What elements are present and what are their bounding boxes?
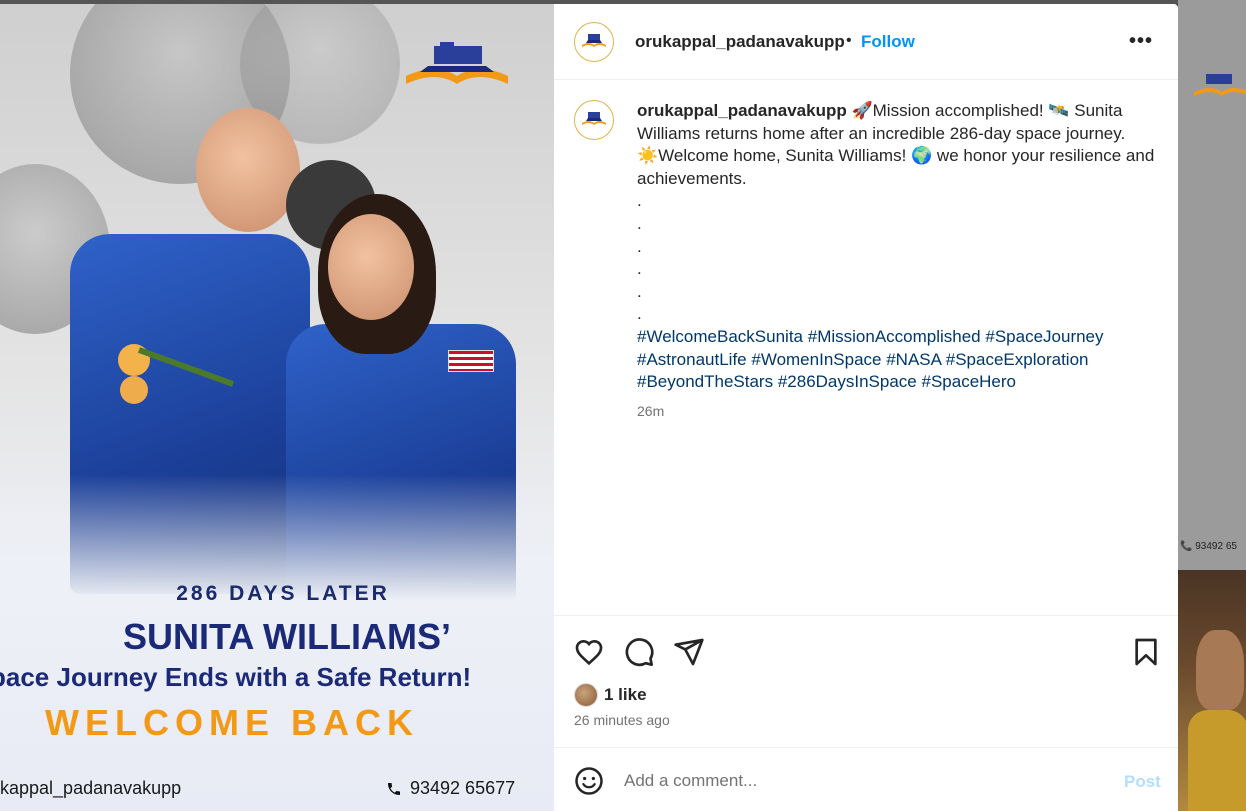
caption-dot: . xyxy=(637,213,642,233)
phone-icon xyxy=(388,782,400,795)
hashtag[interactable]: #WomenInSpace xyxy=(751,350,881,369)
image-headline-subtitle: pace Journey Ends with a Safe Return! xyxy=(0,662,472,692)
background-phone-text: 📞 93492 65 xyxy=(1180,541,1237,552)
flower-2 xyxy=(120,376,148,404)
hashtag-list: #WelcomeBackSunita #MissionAccomplished … xyxy=(637,326,1157,394)
comment-bar: Post xyxy=(554,747,1178,811)
caption-dot: . xyxy=(637,304,642,324)
post-header: orukappal_padanavakupp • Follow ••• xyxy=(554,4,1178,80)
like-heart-icon[interactable] xyxy=(573,636,605,668)
image-phone-number: 93492 65677 xyxy=(410,778,516,798)
caption-dot: . xyxy=(637,191,642,211)
post-modal: 286 DAYS LATER SUNITA WILLIAMS’ pace Jou… xyxy=(0,4,1178,811)
like-count[interactable]: 1 like xyxy=(604,685,647,705)
header-username[interactable]: orukappal_padanavakupp xyxy=(635,32,845,52)
comment-input[interactable] xyxy=(624,766,1104,796)
background-photo xyxy=(1178,570,1246,811)
ship-book-logo-icon xyxy=(1192,70,1246,111)
hashtag[interactable]: #SpaceJourney xyxy=(985,327,1103,346)
post-caption: orukappal_padanavakupp 🚀Mission accompli… xyxy=(637,100,1157,394)
follow-button[interactable]: Follow xyxy=(861,32,915,52)
image-handle-text: kappal_padanavakupp xyxy=(0,778,182,798)
image-headline-name: SUNITA WILLIAMS’ xyxy=(123,616,451,657)
caption-username[interactable]: orukappal_padanavakupp xyxy=(637,101,847,120)
post-details: orukappal_padanavakupp • Follow ••• oruk… xyxy=(554,4,1178,811)
post-image[interactable]: 286 DAYS LATER SUNITA WILLIAMS’ pace Jou… xyxy=(0,4,554,811)
caption-avatar[interactable] xyxy=(574,100,614,140)
image-headline-days: 286 DAYS LATER xyxy=(176,582,390,605)
caption-dot: . xyxy=(637,281,642,301)
share-send-icon[interactable] xyxy=(673,636,705,668)
caption-dot: . xyxy=(637,236,642,256)
caption-dot: . xyxy=(637,259,642,279)
liker-avatar[interactable] xyxy=(574,683,598,707)
image-headline-welcome: WELCOME BACK xyxy=(45,702,419,743)
ship-logo-icon xyxy=(582,34,606,47)
more-options-icon[interactable]: ••• xyxy=(1129,30,1153,53)
hashtag[interactable]: #NASA xyxy=(886,350,941,369)
hashtag[interactable]: #MissionAccomplished xyxy=(808,327,981,346)
hashtag[interactable]: #BeyondTheStars xyxy=(637,372,773,391)
hashtag[interactable]: #AstronautLife xyxy=(637,350,747,369)
save-bookmark-icon[interactable] xyxy=(1130,636,1162,668)
hashtag[interactable]: #SpaceHero xyxy=(922,372,1017,391)
caption-line-2: ☀️Welcome home, Sunita Williams! 🌍 we ho… xyxy=(637,146,1155,188)
hashtag[interactable]: #WelcomeBackSunita xyxy=(637,327,803,346)
hashtag[interactable]: #286DaysInSpace xyxy=(778,372,917,391)
astronaut-head-left xyxy=(196,108,300,232)
post-comment-button[interactable]: Post xyxy=(1124,772,1161,792)
emoji-smiley-icon[interactable] xyxy=(574,766,604,796)
astronaut-head-right xyxy=(328,214,414,320)
image-phone: 93492 65677 xyxy=(386,778,515,799)
hashtag[interactable]: #SpaceExploration xyxy=(946,350,1089,369)
post-time-ago[interactable]: 26 minutes ago xyxy=(574,712,670,728)
ship-logo-icon xyxy=(582,112,606,125)
comment-bubble-icon[interactable] xyxy=(623,636,655,668)
header-separator: • xyxy=(846,32,852,49)
caption-timestamp[interactable]: 26m xyxy=(637,403,664,419)
ship-book-logo-icon xyxy=(402,40,512,101)
profile-avatar[interactable] xyxy=(574,22,614,62)
background-page[interactable]: 📞 93492 65 xyxy=(1178,0,1246,811)
us-flag-patch xyxy=(448,350,494,372)
action-bar xyxy=(554,615,1178,675)
